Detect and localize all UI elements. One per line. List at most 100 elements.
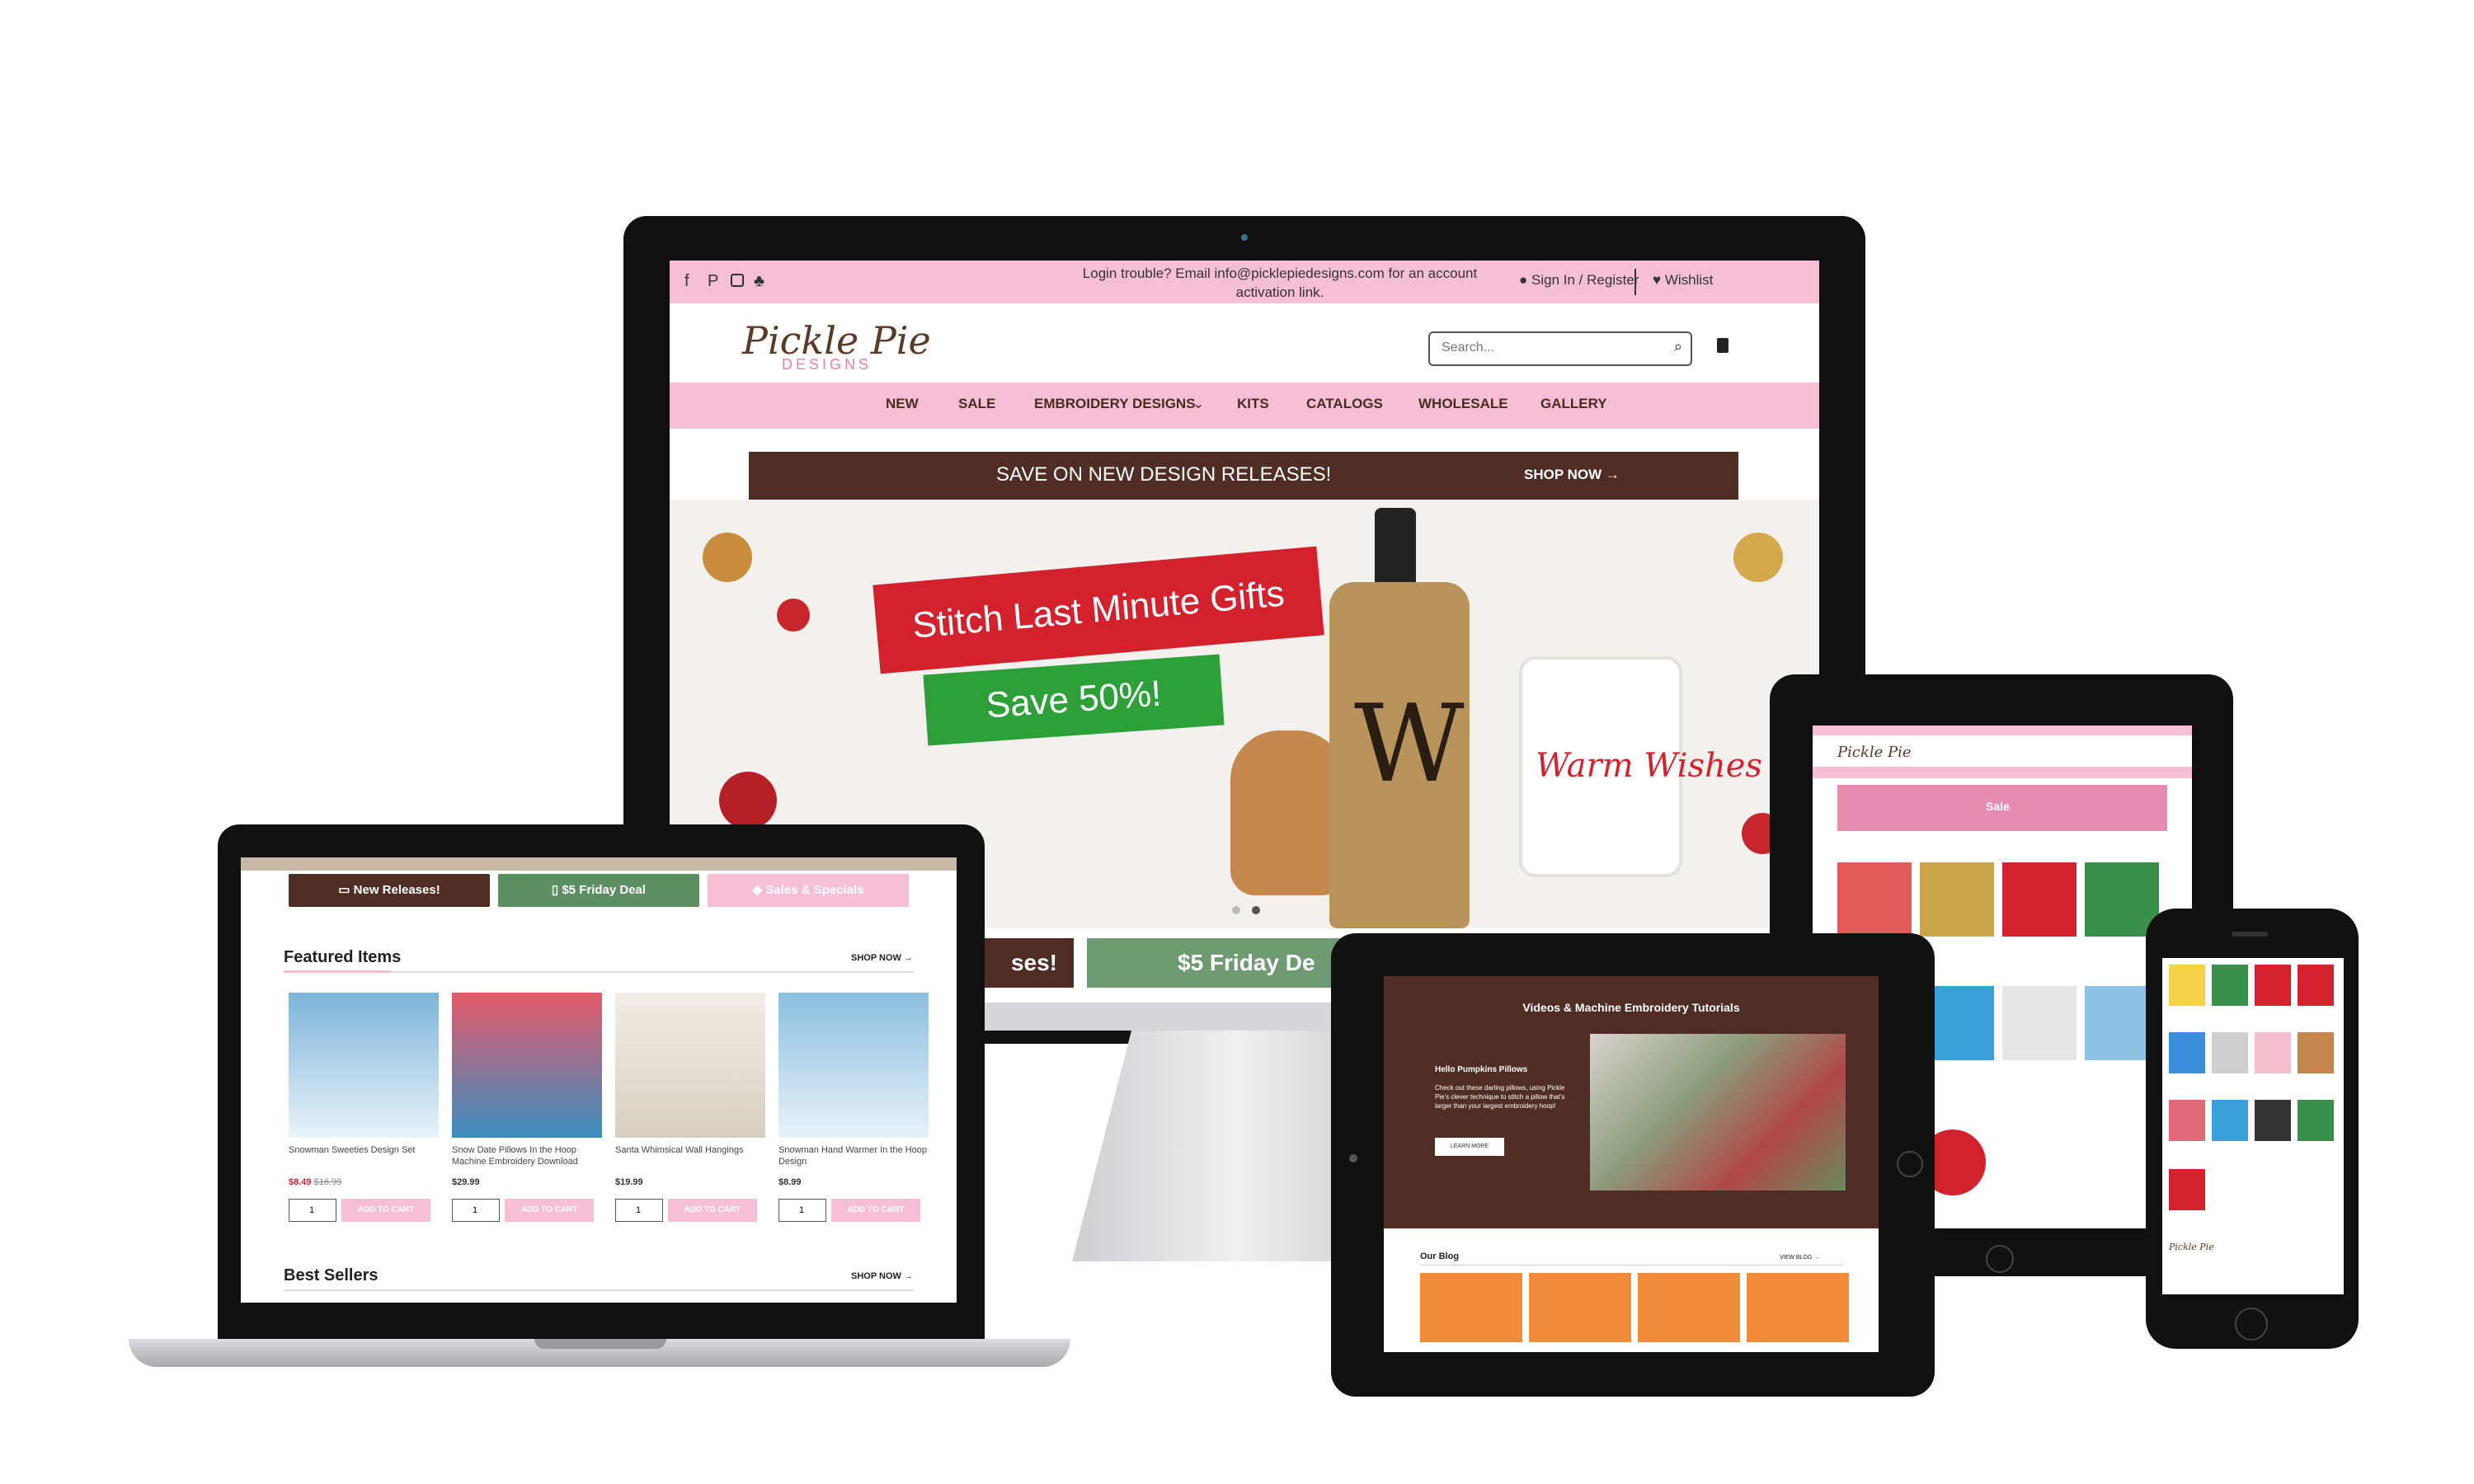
slider-dot[interactable] (1232, 906, 1240, 914)
hero-strip (241, 857, 957, 871)
laptop-screen: ▭ New Releases! ▯ $5 Friday Deal ◆ Sales… (241, 857, 957, 1303)
mini-product (2002, 986, 2077, 1060)
mini-sale-banner: Sale (1837, 785, 2167, 831)
offer-ribbon: Save 50%! (923, 654, 1225, 746)
product-name[interactable]: Snow Date Pillows In the Hoop Machine Em… (452, 1144, 602, 1172)
wishlist-label: Wishlist (1664, 272, 1714, 288)
nav-kits[interactable]: KITS (1237, 396, 1269, 412)
phone-icon: ▯ (551, 883, 562, 897)
add-to-cart-button[interactable]: ADD TO CART (831, 1199, 920, 1222)
mini-logo: Pickle Pie (1837, 744, 1912, 761)
learn-more-button[interactable]: LEARN MORE (1435, 1138, 1504, 1156)
instagram-icon[interactable] (731, 274, 744, 287)
mini-product (2255, 1100, 2291, 1141)
product-image[interactable] (615, 993, 765, 1138)
bottle-monogram: W (1354, 681, 1465, 806)
divider (1420, 1265, 1842, 1266)
sales-specials-button[interactable]: ◆ Sales & Specials (708, 874, 909, 907)
facebook-icon[interactable]: f (684, 272, 689, 291)
search-input[interactable] (1440, 333, 1658, 363)
divider (284, 1289, 914, 1291)
heart-icon: ♥ (1653, 272, 1662, 288)
quantity-input[interactable]: 1 (289, 1199, 336, 1222)
pinterest-icon[interactable]: P (708, 272, 718, 291)
arrow-right-icon: → (1605, 467, 1620, 482)
ornament-image (719, 772, 777, 829)
best-sellers-title: Best Sellers (284, 1266, 379, 1284)
mini-product (2169, 1169, 2205, 1210)
mini-product (2212, 1032, 2248, 1073)
promo-banner[interactable]: SAVE ON NEW DESIGN RELEASES! SHOP NOW → (749, 452, 1738, 500)
tablet-center-screen: Videos & Machine Embroidery Tutorials He… (1384, 976, 1879, 1352)
video-section-title: Videos & Machine Embroidery Tutorials (1522, 1001, 1740, 1014)
nav-embroidery-designs[interactable]: EMBROIDERY DESIGNS (1034, 396, 1196, 412)
post-title[interactable]: Hello Pumpkins Pillows (1435, 1065, 1527, 1074)
featured-shop-now[interactable]: SHOP NOW → (851, 953, 913, 963)
product-price: $8.49 $16.99 (289, 1177, 439, 1187)
promo-text: SAVE ON NEW DESIGN RELEASES! (996, 463, 1332, 486)
sales-specials-label: Sales & Specials (765, 883, 864, 897)
ornament-image (703, 533, 752, 582)
mini-product (2212, 1100, 2248, 1141)
mini-product (2298, 1032, 2334, 1073)
product-price: $19.99 (615, 1177, 643, 1187)
blog-post-image[interactable] (1747, 1273, 1849, 1342)
ornament-image (1733, 533, 1783, 582)
quantity-input[interactable]: 1 (452, 1199, 500, 1222)
new-releases-label: New Releases! (353, 883, 440, 897)
product-card: Santa Whimsical Wall Hangings $19.99 1 AD… (615, 993, 765, 1222)
home-button (1986, 1245, 2014, 1273)
video-thumbnail[interactable] (1590, 1034, 1846, 1190)
hero-headline: Stitch Last Minute Gifts (910, 573, 1286, 646)
view-blog-link[interactable]: VIEW BLOG → (1780, 1255, 1819, 1261)
mini-sale-label: Sale (1986, 800, 2010, 813)
blog-post-image[interactable] (1638, 1273, 1740, 1342)
promo-shop-now[interactable]: SHOP NOW → (1524, 467, 1620, 483)
headline-ribbon: Stitch Last Minute Gifts (872, 546, 1324, 674)
old-price: $16.99 (313, 1177, 342, 1187)
gingerbread-image (1230, 730, 1346, 895)
blog-post-image[interactable] (1420, 1273, 1522, 1342)
title-underline (284, 970, 391, 973)
product-name[interactable]: Santa Whimsical Wall Hangings (615, 1144, 765, 1172)
houzz-icon[interactable]: ♣ (754, 272, 764, 291)
cart-icon[interactable] (1717, 338, 1729, 353)
search-icon[interactable]: ⌕ (1674, 338, 1682, 355)
product-price: $8.99 (778, 1177, 802, 1187)
phone-screen: Pickle Pie (2162, 958, 2344, 1294)
product-name[interactable]: Snowman Hand Warmer In the Hoop Design (778, 1144, 929, 1172)
nav-catalogs[interactable]: CATALOGS (1306, 396, 1383, 412)
product-image[interactable] (778, 993, 929, 1138)
product-card: Snowman Sweeties Design Set $8.49 $16.99… (289, 993, 439, 1222)
nav-new[interactable]: NEW (886, 396, 919, 412)
view-blog-label: VIEW BLOG (1780, 1255, 1813, 1261)
mini-product (2298, 965, 2334, 1006)
product-card: Snowman Hand Warmer In the Hoop Design $… (778, 993, 929, 1222)
slider-dot-active[interactable] (1252, 906, 1260, 914)
product-image[interactable] (452, 993, 602, 1138)
mini-product (2002, 862, 2077, 937)
friday-deal-button[interactable]: ▯ $5 Friday Deal (498, 874, 699, 907)
product-price: $29.99 (452, 1177, 480, 1187)
sign-in-link[interactable]: ● Sign In / Register (1519, 272, 1639, 289)
wishlist-link[interactable]: ♥ Wishlist (1653, 272, 1713, 289)
search-box: ⌕ (1428, 331, 1692, 366)
best-sellers-shop-now[interactable]: SHOP NOW → (851, 1271, 913, 1281)
blog-post-image[interactable] (1529, 1273, 1631, 1342)
new-releases-button[interactable]: ▭ New Releases! (289, 874, 490, 907)
quantity-input[interactable]: 1 (615, 1199, 663, 1222)
chevron-down-icon[interactable]: ⌄ (1192, 396, 1204, 412)
add-to-cart-button[interactable]: ADD TO CART (505, 1199, 594, 1222)
product-image[interactable] (289, 993, 439, 1138)
add-to-cart-button[interactable]: ADD TO CART (341, 1199, 430, 1222)
nav-sale[interactable]: SALE (958, 396, 995, 412)
nav-gallery[interactable]: GALLERY (1540, 396, 1607, 412)
tablet-camera (1349, 1154, 1357, 1162)
sewing-machine-icon: ▭ (338, 883, 354, 897)
user-icon: ● (1519, 272, 1528, 288)
promo-shop-label: SHOP NOW (1524, 467, 1602, 482)
nav-wholesale[interactable]: WHOLESALE (1418, 396, 1508, 412)
quantity-input[interactable]: 1 (778, 1199, 826, 1222)
product-name[interactable]: Snowman Sweeties Design Set (289, 1144, 439, 1172)
add-to-cart-button[interactable]: ADD TO CART (668, 1199, 757, 1222)
